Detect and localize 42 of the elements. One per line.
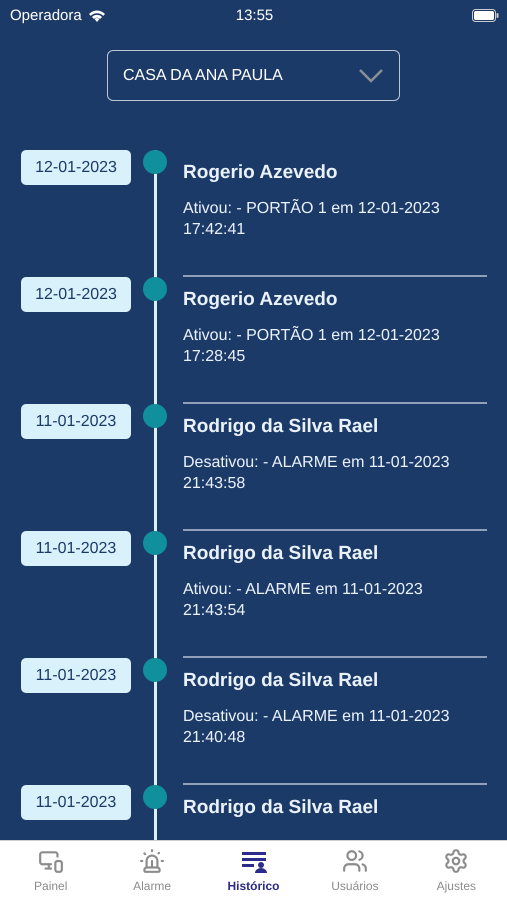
user-name: Rodrigo da Silva Rael [183, 670, 380, 692]
event-description: Ativou: - PORTÃO 1 em 12-01-2023 17:28:45 [183, 325, 441, 367]
date-badge: 11-01-2023 [21, 531, 131, 566]
tab-label: Usuários [331, 879, 379, 893]
siren-icon [139, 848, 166, 874]
event-description: Ativou: - ALARME em 11-01-2023 21:43:54 [183, 580, 424, 621]
carrier-name: Operadora [10, 6, 82, 24]
tab-label: Histórico [228, 879, 280, 893]
event-description: Ativou: - PORTÃO 1 em 12-01-2023 17:42:41 [183, 198, 441, 240]
user-name: Rodrigo da Silva Rael [183, 543, 380, 565]
event-description: Desativou: - ALARME em 11-01-2023 21:43:58 [183, 453, 450, 494]
date-badge: 11-01-2023 [21, 404, 131, 439]
user-name: Rogerio Azevedo [183, 289, 338, 311]
user-name: Rodrigo da Silva Rael [183, 797, 380, 819]
wifi-icon [88, 8, 106, 22]
location-dropdown[interactable]: CASA DA ANA PAULA [107, 50, 400, 101]
tab-label: Alarme [133, 879, 172, 893]
tab-label: Painel [34, 879, 68, 893]
date-badge: 11-01-2023 [21, 658, 131, 693]
timeline-dot [143, 404, 167, 428]
date-badge: 12-01-2023 [21, 150, 131, 185]
status-time: 13:55 [236, 6, 274, 24]
user-name: Rogerio Azevedo [183, 162, 338, 184]
settings-icon [443, 848, 470, 874]
tab-bar-item[interactable]: Alarme [101, 841, 203, 900]
date-badge: 12-01-2023 [21, 277, 131, 312]
timeline-dot [143, 658, 167, 682]
timeline-dot [143, 150, 167, 174]
timeline-dot [143, 531, 167, 555]
chevron-down-icon [359, 68, 383, 82]
timeline-dot [143, 277, 167, 301]
tab-bar-item[interactable]: Usuários [304, 841, 406, 900]
tab-label: Ajustes [436, 879, 476, 893]
user-name: Rodrigo da Silva Rael [183, 416, 380, 438]
timeline-dot [143, 785, 167, 809]
battery-icon [472, 8, 500, 22]
tab-bar-item[interactable]: Painel [0, 841, 102, 900]
tab-bar-item[interactable]: Ajustes [406, 841, 507, 900]
event-description: Desativou: - ALARME em 11-01-2023 21:40:48 [183, 707, 450, 748]
tab-bar-item[interactable]: Histórico [202, 841, 304, 900]
date-badge: 11-01-2023 [21, 785, 131, 820]
users-icon [342, 848, 368, 874]
